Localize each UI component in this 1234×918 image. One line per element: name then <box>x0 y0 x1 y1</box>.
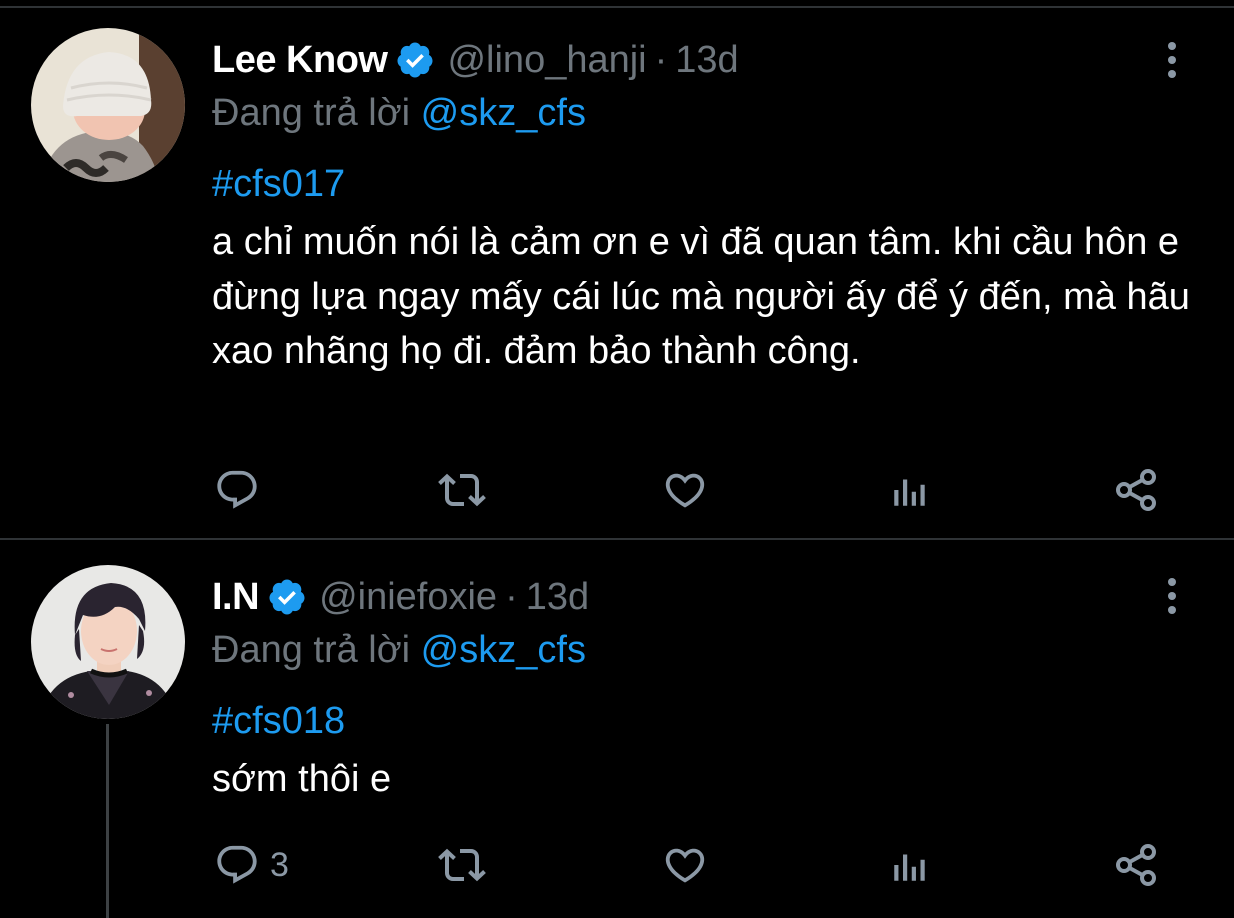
tweet-actions <box>0 465 1234 515</box>
avatar[interactable] <box>31 565 185 719</box>
analytics-icon <box>894 854 925 881</box>
avatar-image-lee-know <box>31 28 185 182</box>
replying-to: Đang trả lời @skz_cfs <box>212 629 586 672</box>
display-name[interactable]: Lee Know <box>212 39 388 82</box>
reply-mention-link[interactable]: @skz_cfs <box>421 629 586 671</box>
tweet-header: Lee Know @lino_hanji · 13d <box>212 35 739 85</box>
like-icon <box>665 473 705 508</box>
like-icon <box>665 848 705 883</box>
tweet-text: sớm thôi e <box>212 758 392 800</box>
analytics-button[interactable] <box>889 465 931 515</box>
more-options-icon[interactable] <box>1160 578 1184 618</box>
verified-badge-icon <box>395 40 435 80</box>
reply-count: 3 <box>270 845 289 884</box>
share-icon <box>1116 469 1156 511</box>
analytics-button[interactable] <box>889 840 931 890</box>
replying-to-prefix: Đang trả lời <box>212 92 411 134</box>
reply-icon <box>217 470 257 509</box>
retweet-icon <box>438 473 486 507</box>
hashtag-link[interactable]: #cfs017 <box>212 163 345 206</box>
retweet-button[interactable] <box>438 840 496 890</box>
like-button[interactable] <box>662 840 718 890</box>
avatar-image-i-n <box>31 565 185 719</box>
like-button[interactable] <box>662 465 718 515</box>
timestamp[interactable]: 13d <box>675 39 738 82</box>
more-options-icon[interactable] <box>1160 42 1184 82</box>
share-button[interactable] <box>1112 840 1160 890</box>
share-icon <box>1116 844 1156 886</box>
separator-dot: · <box>505 575 518 618</box>
tweet-actions: 3 <box>0 840 1234 890</box>
retweet-icon <box>438 848 486 882</box>
separator-dot: · <box>654 38 668 81</box>
user-handle[interactable]: @iniefoxie <box>319 576 497 619</box>
reply-button[interactable] <box>214 465 270 515</box>
avatar[interactable] <box>31 28 185 182</box>
analytics-icon <box>894 479 925 506</box>
user-handle[interactable]: @lino_hanji <box>447 39 646 82</box>
share-button[interactable] <box>1112 465 1160 515</box>
retweet-button[interactable] <box>438 465 496 515</box>
timestamp[interactable]: 13d <box>526 576 589 619</box>
replying-to-prefix: Đang trả lời <box>212 629 411 671</box>
reply-mention-link[interactable]: @skz_cfs <box>421 92 586 134</box>
replying-to: Đang trả lời @skz_cfs <box>212 92 586 135</box>
hashtag-link[interactable]: #cfs018 <box>212 700 345 743</box>
tweet-header: I.N @iniefoxie · 13d <box>212 572 589 622</box>
reply-button[interactable]: 3 <box>214 840 289 890</box>
display-name[interactable]: I.N <box>212 576 260 619</box>
tweet-i-n[interactable]: I.N @iniefoxie · 13d Đang trả lời @skz_c… <box>0 540 1234 918</box>
reply-icon <box>217 845 257 884</box>
tweet-text: a chỉ muốn nói là cảm ơn e vì đã quan tâ… <box>212 221 1190 372</box>
tweet-lee-know[interactable]: Lee Know @lino_hanji · 13d Đang trả lời … <box>0 0 1234 538</box>
verified-badge-icon <box>267 577 307 617</box>
